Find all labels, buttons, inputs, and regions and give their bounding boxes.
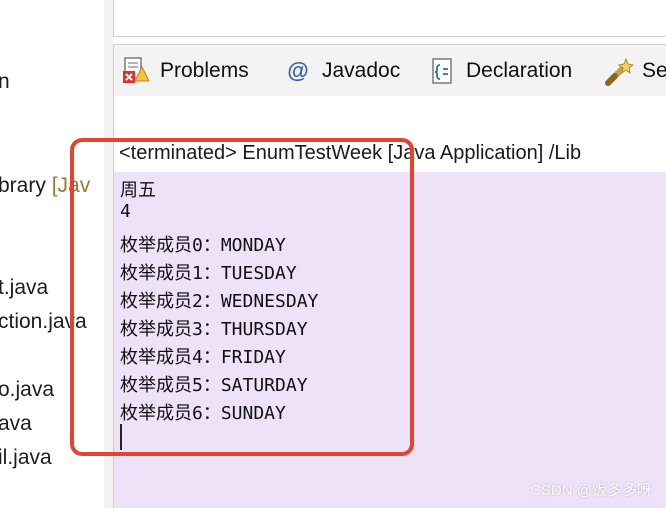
problems-icon [122,57,150,85]
explorer-item[interactable]: ava [0,412,32,436]
tab-label: Problems [160,59,249,82]
console-line: 枚举成员2：WEDNESDAY [120,291,319,312]
tab-problems[interactable]: Problems [122,45,249,97]
console-output[interactable]: 周五 4 枚举成员0：MONDAY 枚举成员1：TUESDAY 枚举成员2：WE… [113,172,666,508]
library-tag: [Jav [51,174,91,197]
console-line: 周五 [120,180,156,201]
console-line: 枚举成员6：SUNDAY [120,403,286,424]
console-line: 枚举成员5：SATURDAY [120,375,308,396]
explorer-item-label: brary [0,174,52,197]
tab-search[interactable]: Se [604,45,666,97]
explorer-item-library[interactable]: brary [Jav [0,174,90,198]
explorer-item[interactable]: ction.java [0,310,87,334]
view-tab-bar: Problems @ Javadoc Declaration Se [113,44,666,98]
console-line: 4 [120,201,131,222]
explorer-item[interactable]: o.java [0,378,54,402]
console-line: 枚举成员4：FRIDAY [120,347,286,368]
at-icon: @ [287,58,309,83]
console-header: <terminated> EnumTestWeek [Java Applicat… [113,96,666,172]
text-cursor [120,424,122,450]
declaration-icon [428,57,456,85]
watermark: CSDN @饭多多呀 [530,482,652,499]
tab-label: Declaration [466,59,573,82]
explorer-item[interactable]: n [0,70,10,94]
tab-label: Javadoc [322,59,401,82]
console-title: <terminated> EnumTestWeek [Java Applicat… [119,142,582,164]
package-explorer: n brary [Jav t.java ction.java o.java av… [0,0,105,508]
tab-label: Se [642,59,666,82]
console-line: 枚举成员1：TUESDAY [120,263,297,284]
explorer-item[interactable]: t.java [0,276,48,300]
explorer-item[interactable]: il.java [0,446,52,470]
tab-javadoc[interactable]: @ Javadoc [284,45,400,97]
view-divider[interactable] [104,0,113,508]
tab-declaration[interactable]: Declaration [428,45,572,97]
editor-area[interactable] [113,0,666,37]
search-wand-icon [604,57,635,86]
console-line: 枚举成员0：MONDAY [120,235,286,256]
console-line: 枚举成员3：THURSDAY [120,319,308,340]
